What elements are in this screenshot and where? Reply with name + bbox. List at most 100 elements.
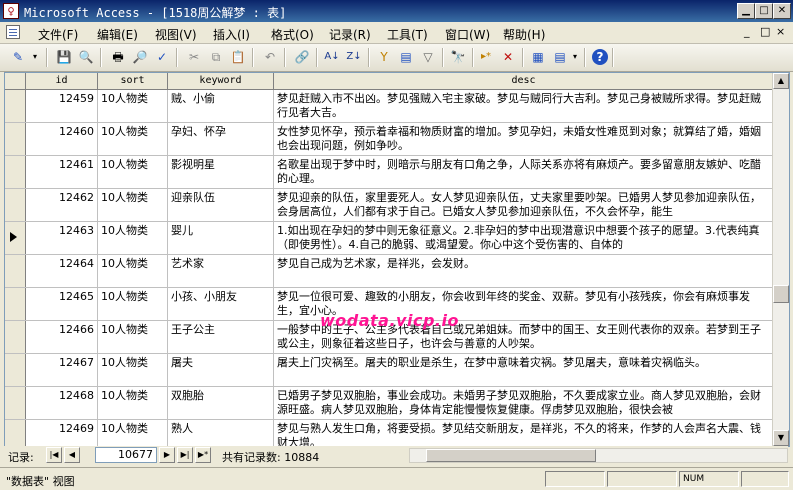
cell-id[interactable]: 12464 xyxy=(26,255,98,287)
table-row[interactable]: 12459 10人物类 贼、小偷 梦见赶贼入市不出凶。梦见强贼入宅主家破。梦见与贼同行… xyxy=(5,90,789,123)
cell-keyword[interactable]: 双胞胎 xyxy=(168,387,274,419)
cell-sort[interactable]: 10人物类 xyxy=(98,222,168,254)
access-key-icon[interactable]: ♀ xyxy=(3,3,19,19)
datasheet-grid[interactable]: id sort keyword desc 12459 10人物类 贼、小偷 梦见赶贼入… xyxy=(4,72,790,447)
column-header-id[interactable]: id xyxy=(26,73,98,89)
last-record-icon[interactable]: ▶| xyxy=(177,447,193,463)
table-row[interactable]: 12462 10人物类 迎亲队伍 梦见迎亲的队伍，家里要死人。女人梦见迎亲队伍，丈夫家… xyxy=(5,189,789,222)
table-row[interactable]: 12464 10人物类 艺术家 梦见自己成为艺术家，是祥兆，会发财。 xyxy=(5,255,789,288)
table-row[interactable]: 12469 10人物类 熟人 梦见与熟人发生口角，将要受损。梦见结交新朋友，是祥兆，不… xyxy=(5,420,789,446)
cell-sort[interactable]: 10人物类 xyxy=(98,420,168,446)
next-record-icon[interactable]: ▶ xyxy=(159,447,175,463)
cell-keyword[interactable]: 王子公主 xyxy=(168,321,274,353)
new-object-icon[interactable]: ▤ xyxy=(552,49,568,65)
hyperlink-icon[interactable]: 🔗 xyxy=(294,49,310,65)
cell-keyword[interactable]: 影视明星 xyxy=(168,156,274,188)
cell-desc[interactable]: 屠夫上门灾祸至。屠夫的职业是杀生，在梦中意味着灾祸。梦见屠夫，意味着灾祸临头。 xyxy=(274,354,773,386)
record-selector[interactable] xyxy=(5,420,26,446)
menu-format[interactable]: 格式(O) xyxy=(271,26,314,43)
cell-id[interactable]: 12465 xyxy=(26,288,98,320)
cell-keyword[interactable]: 婴儿 xyxy=(168,222,274,254)
doc-restore-button[interactable]: □ xyxy=(760,25,770,38)
cell-sort[interactable]: 10人物类 xyxy=(98,321,168,353)
print-preview-icon[interactable]: 🔎 xyxy=(132,49,148,65)
cell-keyword[interactable]: 孕妇、怀孕 xyxy=(168,123,274,155)
filter-by-selection-icon[interactable]: Y xyxy=(376,49,392,65)
current-record-input[interactable]: 10677 xyxy=(95,447,157,463)
cell-keyword[interactable]: 艺术家 xyxy=(168,255,274,287)
cell-id[interactable]: 12467 xyxy=(26,354,98,386)
menu-insert[interactable]: 插入(I) xyxy=(213,26,250,43)
cell-desc[interactable]: 梦见与熟人发生口角，将要受损。梦见结交新朋友，是祥兆，不久的将来，作梦的人会声名… xyxy=(274,420,773,446)
record-selector[interactable] xyxy=(5,90,26,122)
scroll-down-icon[interactable]: ▼ xyxy=(773,430,789,446)
previous-record-icon[interactable]: ◀ xyxy=(64,447,80,463)
column-header-sort[interactable]: sort xyxy=(98,73,168,89)
print-icon[interactable]: 🖶 xyxy=(110,49,126,65)
record-selector[interactable] xyxy=(5,387,26,419)
table-row[interactable]: 12463 10人物类 婴儿 1.如出现在孕妇的梦中则无象征意义。2.非孕妇的梦中出现… xyxy=(5,222,789,255)
delete-record-icon[interactable]: ✕ xyxy=(500,49,516,65)
column-header-keyword[interactable]: keyword xyxy=(168,73,274,89)
new-record-icon[interactable]: ▸* xyxy=(478,49,494,65)
cell-keyword[interactable]: 熟人 xyxy=(168,420,274,446)
doc-minimize-button[interactable]: _ xyxy=(744,25,750,38)
table-row[interactable]: 12467 10人物类 屠夫 屠夫上门灾祸至。屠夫的职业是杀生，在梦中意味着灾祸。梦见… xyxy=(5,354,789,387)
new-record-nav-icon[interactable]: ▶* xyxy=(195,447,211,463)
cell-sort[interactable]: 10人物类 xyxy=(98,288,168,320)
design-view-icon[interactable]: ✎ xyxy=(10,49,26,65)
maximize-button[interactable]: □ xyxy=(755,3,773,19)
cell-desc[interactable]: 1.如出现在孕妇的梦中则无象征意义。2.非孕妇的梦中出现潜意识中想要个孩子的愿望… xyxy=(274,222,773,254)
cell-desc[interactable]: 梦见赶贼入市不出凶。梦见强贼入宅主家破。梦见与贼同行大吉利。梦见己身被贼所求得。… xyxy=(274,90,773,122)
doc-close-button[interactable]: × xyxy=(776,25,785,38)
record-selector[interactable] xyxy=(5,354,26,386)
find-icon[interactable]: 🔭 xyxy=(450,49,466,65)
view-dropdown-icon[interactable]: ▾ xyxy=(30,49,40,65)
record-selector[interactable] xyxy=(5,156,26,188)
record-selector[interactable] xyxy=(5,123,26,155)
cell-desc[interactable]: 女性梦见怀孕，预示着幸福和物质财富的增加。梦见孕妇，未婚女性难觅到对象；就算结了… xyxy=(274,123,773,155)
sort-ascending-icon[interactable]: A↓ xyxy=(322,49,342,65)
cell-id[interactable]: 12462 xyxy=(26,189,98,221)
save-icon[interactable]: 💾 xyxy=(56,49,72,65)
vertical-scrollbar[interactable]: ▲ ▼ xyxy=(772,73,789,446)
cell-desc[interactable]: 梦见自己成为艺术家，是祥兆，会发财。 xyxy=(274,255,773,287)
cell-keyword[interactable]: 迎亲队伍 xyxy=(168,189,274,221)
scroll-up-icon[interactable]: ▲ xyxy=(773,73,789,89)
record-selector[interactable] xyxy=(5,321,26,353)
table-row[interactable]: 12468 10人物类 双胞胎 已婚男子梦见双胞胎，事业会成功。未婚男子梦见双胞胎，不… xyxy=(5,387,789,420)
record-selector[interactable] xyxy=(5,288,26,320)
apply-filter-icon[interactable]: ▽ xyxy=(420,49,436,65)
sort-descending-icon[interactable]: Z↓ xyxy=(344,49,364,65)
cell-sort[interactable]: 10人物类 xyxy=(98,156,168,188)
horizontal-scroll-thumb[interactable] xyxy=(426,449,596,462)
filter-by-form-icon[interactable]: ▤ xyxy=(398,49,414,65)
menu-records[interactable]: 记录(R) xyxy=(329,26,371,43)
first-record-icon[interactable]: |◀ xyxy=(46,447,62,463)
record-selector[interactable] xyxy=(5,255,26,287)
new-object-dropdown-icon[interactable]: ▾ xyxy=(570,49,580,65)
copy-icon[interactable]: ⧉ xyxy=(208,49,224,65)
menu-help[interactable]: 帮助(H) xyxy=(503,26,545,43)
table-row[interactable]: 12460 10人物类 孕妇、怀孕 女性梦见怀孕，预示着幸福和物质财富的增加。梦见孕妇… xyxy=(5,123,789,156)
record-selector[interactable] xyxy=(5,222,26,254)
select-all-corner[interactable] xyxy=(5,73,26,89)
datasheet-icon[interactable] xyxy=(6,25,20,39)
menu-edit[interactable]: 编辑(E) xyxy=(97,26,138,43)
cell-keyword[interactable]: 屠夫 xyxy=(168,354,274,386)
cell-keyword[interactable]: 小孩、小朋友 xyxy=(168,288,274,320)
cell-desc[interactable]: 名歌星出现于梦中时，则暗示与朋友有口角之争，人际关系亦将有麻烦产。要多留意朋友嫉… xyxy=(274,156,773,188)
cell-sort[interactable]: 10人物类 xyxy=(98,255,168,287)
cell-id[interactable]: 12463 xyxy=(26,222,98,254)
cell-id[interactable]: 12461 xyxy=(26,156,98,188)
column-header-desc[interactable]: desc xyxy=(274,73,773,89)
cell-desc[interactable]: 已婚男子梦见双胞胎，事业会成功。未婚男子梦见双胞胎，不久要成家立业。商人梦见双胞… xyxy=(274,387,773,419)
search-icon[interactable]: 🔍 xyxy=(78,49,94,65)
cut-icon[interactable]: ✂ xyxy=(186,49,202,65)
cell-id[interactable]: 12460 xyxy=(26,123,98,155)
cell-sort[interactable]: 10人物类 xyxy=(98,354,168,386)
cell-sort[interactable]: 10人物类 xyxy=(98,123,168,155)
cell-keyword[interactable]: 贼、小偷 xyxy=(168,90,274,122)
database-window-icon[interactable]: ▦ xyxy=(530,49,546,65)
menu-tools[interactable]: 工具(T) xyxy=(387,26,428,43)
